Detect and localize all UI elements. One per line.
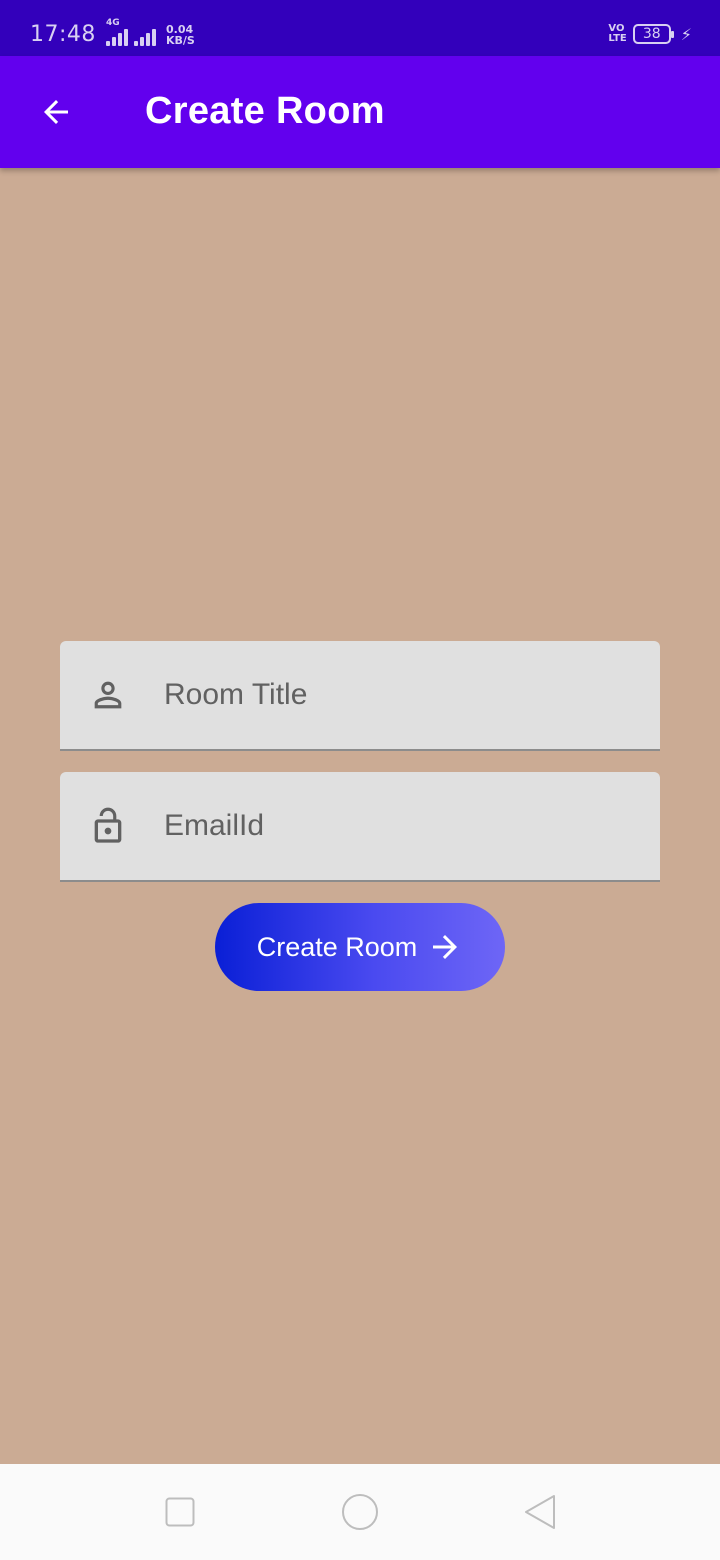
battery-level: 38 bbox=[642, 26, 661, 42]
email-input[interactable] bbox=[164, 772, 634, 880]
person-icon bbox=[94, 681, 122, 709]
charging-icon: ⚡︎ bbox=[680, 24, 692, 44]
triangle-back-icon bbox=[525, 1495, 555, 1529]
circle-icon bbox=[342, 1494, 378, 1530]
create-room-button[interactable]: Create Room bbox=[215, 903, 505, 991]
navigation-bar bbox=[0, 1464, 720, 1560]
recents-button[interactable] bbox=[160, 1492, 200, 1532]
status-bar: 17:48 4G 0.04 KB/S VO LTE 38 ⚡︎ bbox=[0, 0, 720, 56]
signal-icon bbox=[134, 28, 156, 46]
status-right-icons: VO LTE 38 ⚡︎ bbox=[608, 24, 692, 44]
page-title: Create Room bbox=[145, 90, 385, 132]
lock-icon bbox=[94, 807, 122, 843]
signal-4g-icon: 4G bbox=[106, 19, 128, 46]
status-left-icons: 4G 0.04 KB/S bbox=[106, 19, 195, 46]
net-speed-unit: KB/S bbox=[166, 34, 195, 47]
home-button[interactable] bbox=[340, 1492, 380, 1532]
volte-icon: VO LTE bbox=[608, 24, 626, 44]
battery-icon: 38 bbox=[632, 24, 674, 44]
room-title-field[interactable] bbox=[60, 641, 660, 751]
status-time: 17:48 bbox=[30, 22, 96, 47]
square-icon bbox=[165, 1497, 195, 1527]
system-back-button[interactable] bbox=[520, 1492, 560, 1532]
room-title-input[interactable] bbox=[164, 641, 634, 749]
arrow-left-icon bbox=[44, 100, 68, 124]
arrow-right-icon bbox=[433, 935, 458, 959]
create-room-label: Create Room bbox=[256, 931, 418, 962]
volte-bottom: LTE bbox=[608, 33, 627, 44]
app-bar: Create Room bbox=[0, 56, 720, 168]
net-speed: 0.04 KB/S bbox=[166, 24, 195, 46]
back-button[interactable] bbox=[28, 84, 84, 140]
email-field[interactable] bbox=[60, 772, 660, 882]
network-type: 4G bbox=[106, 18, 120, 28]
